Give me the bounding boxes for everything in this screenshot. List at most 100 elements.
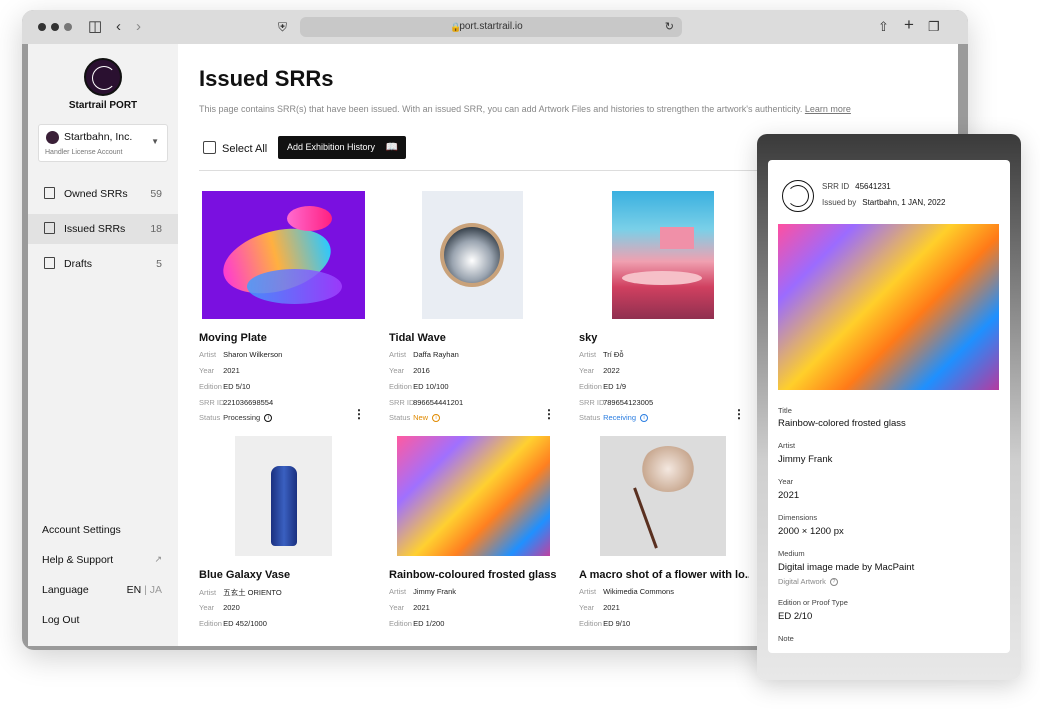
meta-key: Artist xyxy=(389,587,407,596)
artist-row: Artist Trí Đỗ xyxy=(579,350,624,359)
edition-value: ED 5/10 xyxy=(223,382,251,391)
sidebar-item-drafts[interactable]: Drafts 5 xyxy=(28,249,178,279)
sidebar-item-label: Issued SRRs xyxy=(64,223,126,235)
back-icon[interactable]: ‹ xyxy=(116,17,121,37)
edition-row: Edition ED 10/100 xyxy=(389,382,449,391)
help-icon[interactable]: ? xyxy=(829,578,838,587)
add-exhibition-history-button[interactable]: Add Exhibition History 📖 xyxy=(278,136,406,159)
brand-name: Startrail PORT xyxy=(68,100,138,111)
year-value: 2021 xyxy=(603,603,620,612)
sidebar-item-count: 5 xyxy=(156,258,162,270)
reload-icon[interactable]: ↻ xyxy=(665,17,674,37)
more-options-icon[interactable]: ⋮ xyxy=(543,407,555,421)
year-row: Year 2021 xyxy=(389,603,430,612)
meta-key: Artist xyxy=(389,350,407,359)
address-bar[interactable]: 🔒 port.startrail.io ↻ xyxy=(300,17,682,37)
artwork-title[interactable]: Blue Galaxy Vase xyxy=(199,569,369,581)
sidebar-item-issued-srrs[interactable]: Issued SRRs 18 xyxy=(28,214,178,244)
share-icon[interactable]: ⇧ xyxy=(878,17,889,37)
startrail-logo[interactable] xyxy=(84,58,122,96)
artist-value: 五玄土 ORIENTO xyxy=(223,588,282,597)
book-icon: 📖 xyxy=(385,142,398,153)
meta-key: Artist xyxy=(579,587,597,596)
medium-value: Digital image made by MacPaint xyxy=(778,562,915,573)
window-controls[interactable] xyxy=(38,23,72,31)
info-icon[interactable]: i xyxy=(264,414,273,423)
language-en[interactable]: EN xyxy=(127,584,142,596)
artwork-image xyxy=(778,224,999,390)
status-value: Processing xyxy=(223,413,261,422)
srr-id-row: SRR ID 221036698554 xyxy=(199,398,273,407)
meta-key: Year xyxy=(199,366,215,375)
sidebar-item-count: 18 xyxy=(150,223,162,235)
status-row: Status New i xyxy=(389,413,441,423)
edition-value: ED 1/200 xyxy=(413,619,445,628)
meta-key: Year xyxy=(579,366,595,375)
edition-value: ED 1/9 xyxy=(603,382,627,391)
edition-value: ED 2/10 xyxy=(778,611,813,622)
artwork-card[interactable]: Rainbow-coloured frosted glass Artist Ji… xyxy=(389,436,559,646)
artwork-thumbnail[interactable] xyxy=(199,191,369,319)
status-row: Status Processing i xyxy=(199,413,273,423)
edition-row: Edition ED 1/9 xyxy=(579,382,626,391)
artwork-thumbnail[interactable] xyxy=(199,436,369,564)
new-tab-icon[interactable]: + xyxy=(904,15,914,35)
select-all-label[interactable]: Select All xyxy=(222,143,267,155)
shield-icon[interactable]: ⛨ xyxy=(278,17,287,37)
edition-row: Edition ED 9/10 xyxy=(579,619,630,628)
logout-link[interactable]: Log Out xyxy=(42,614,79,626)
draft-icon xyxy=(44,257,55,269)
more-options-icon[interactable]: ⋮ xyxy=(353,407,365,421)
artwork-title[interactable]: Moving Plate xyxy=(199,332,369,344)
artwork-title[interactable]: A macro shot of a flower with lo... xyxy=(579,569,749,581)
artwork-thumbnail[interactable] xyxy=(389,436,559,564)
artwork-thumbnail[interactable] xyxy=(579,191,749,319)
meta-key: Edition xyxy=(389,382,412,391)
sidebar-item-label: Drafts xyxy=(64,258,93,270)
meta-key: Artist xyxy=(199,350,217,359)
info-icon[interactable]: i xyxy=(432,414,441,423)
page-title: Issued SRRs xyxy=(199,66,334,91)
divider xyxy=(199,170,799,171)
year-value: 2016 xyxy=(413,366,430,375)
description-text: This page contains SRR(s) that have been… xyxy=(199,104,803,114)
learn-more-link[interactable]: Learn more xyxy=(805,104,851,114)
sidebar-item-owned-srrs[interactable]: Owned SRRs 59 xyxy=(28,179,178,209)
meta-key: Edition xyxy=(579,619,602,628)
artwork-card[interactable]: Tidal Wave Artist Daffa Rayhan Year 2016… xyxy=(389,191,559,431)
artwork-thumbnail[interactable] xyxy=(389,191,559,319)
year-row: Year 2021 xyxy=(199,366,240,375)
forward-icon[interactable]: › xyxy=(136,17,141,37)
org-switcher[interactable]: Startbahn, Inc. Handler License Account … xyxy=(38,124,168,162)
artwork-title[interactable]: Rainbow-coloured frosted glass xyxy=(389,569,559,581)
help-support-link[interactable]: Help & Support xyxy=(42,554,113,566)
artwork-card[interactable]: Blue Galaxy Vase Artist 五玄土 ORIENTO Year… xyxy=(199,436,369,646)
artwork-card[interactable]: sky Artist Trí Đỗ Year 2022 Edition ED 1… xyxy=(579,191,749,431)
artwork-title[interactable]: Tidal Wave xyxy=(389,332,559,344)
language-switcher[interactable]: EN | JA xyxy=(127,584,162,596)
more-options-icon[interactable]: ⋮ xyxy=(733,407,745,421)
language-separator: | xyxy=(144,584,147,596)
sidebar-toggle-icon[interactable]: ◫ xyxy=(88,17,102,37)
info-icon[interactable]: i xyxy=(640,414,649,423)
tabs-overview-icon[interactable]: ❐ xyxy=(928,17,940,37)
select-all-checkbox[interactable] xyxy=(203,141,216,154)
year-value: 2020 xyxy=(223,603,240,612)
artwork-title[interactable]: sky xyxy=(579,332,749,344)
edition-row: Edition ED 452/1000 xyxy=(199,619,267,628)
language-ja[interactable]: JA xyxy=(150,584,162,596)
year-row: Year 2022 xyxy=(579,366,620,375)
external-link-icon: ↗ xyxy=(154,554,162,564)
artwork-card[interactable]: Moving Plate Artist Sharon Wilkerson Yea… xyxy=(199,191,369,431)
account-settings-link[interactable]: Account Settings xyxy=(42,524,121,536)
artist-value: Jimmy Frank xyxy=(778,454,833,465)
year-value: 2021 xyxy=(778,490,800,501)
meta-key: Edition xyxy=(199,619,222,628)
srr-detail-panel: SRR ID 45641231 Issued by Startbahn, 1 JAN… xyxy=(768,160,1010,653)
url-text: port.startrail.io xyxy=(459,21,523,32)
artist-value: Sharon Wilkerson xyxy=(223,350,283,359)
meta-key: Artist xyxy=(199,588,217,597)
title-label: Title xyxy=(778,406,792,415)
artwork-card[interactable]: A macro shot of a flower with lo... Arti… xyxy=(579,436,749,646)
artwork-thumbnail[interactable] xyxy=(579,436,749,564)
